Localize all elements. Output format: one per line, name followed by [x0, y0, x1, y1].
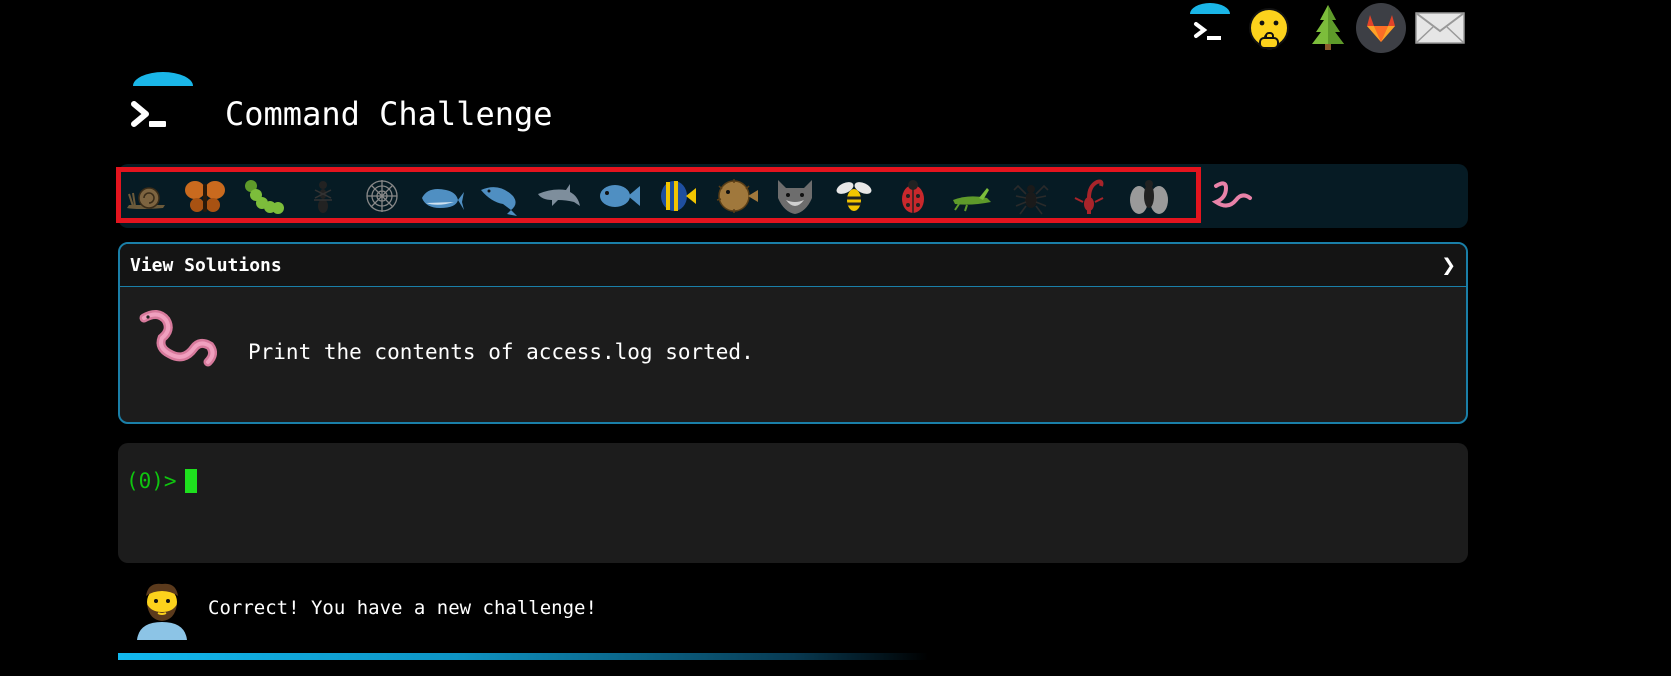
status-message: Correct! You have a new challenge! — [208, 597, 597, 619]
level-spouting-whale-icon[interactable] — [475, 174, 525, 218]
terminal-input-area[interactable]: (0)> — [118, 443, 1468, 563]
level-spider-web-icon[interactable] — [357, 174, 407, 218]
level-lady-beetle-icon[interactable] — [888, 174, 938, 218]
shushing-face-icon[interactable] — [1241, 0, 1297, 56]
level-snail-icon[interactable] — [121, 174, 171, 218]
challenge-panel: View Solutions ❯ Print the contents of a… — [118, 242, 1468, 424]
level-fly-icon[interactable] — [1124, 174, 1174, 218]
worm-icon — [136, 306, 220, 372]
level-cricket-icon[interactable] — [947, 174, 997, 218]
terminal-logo-icon[interactable] — [1182, 0, 1238, 56]
chevron-right-icon[interactable]: ❯ — [1442, 251, 1456, 279]
progress-bar — [118, 653, 1468, 660]
envelope-icon[interactable] — [1412, 0, 1468, 56]
level-blowfish-icon[interactable] — [711, 174, 761, 218]
level-scorpion-icon[interactable] — [1065, 174, 1115, 218]
level-bee-icon[interactable] — [829, 174, 879, 218]
terminal-prompt: (0)> — [126, 469, 177, 493]
site-logo-icon[interactable] — [128, 72, 198, 144]
bearded-man-icon — [133, 578, 191, 640]
gitlab-icon[interactable] — [1353, 0, 1409, 56]
view-solutions-label: View Solutions — [130, 254, 282, 276]
challenge-description: Print the contents of access.log sorted. — [248, 340, 754, 364]
level-spider-icon[interactable] — [1006, 174, 1056, 218]
level-tropical-fish-icon[interactable] — [652, 174, 702, 218]
level-whale-icon[interactable] — [416, 174, 466, 218]
terminal-cursor — [185, 469, 197, 493]
level-worm-icon[interactable] — [1208, 174, 1258, 218]
page-title: Command Challenge — [225, 95, 553, 133]
level-wolf-icon[interactable] — [770, 174, 820, 218]
evergreen-tree-icon[interactable] — [1300, 0, 1356, 56]
level-butterfly-icon[interactable] — [180, 174, 230, 218]
level-dolphin-icon[interactable] — [534, 174, 584, 218]
view-solutions-toggle[interactable]: View Solutions ❯ — [120, 244, 1466, 287]
level-fish-icon[interactable] — [593, 174, 643, 218]
level-ant-icon[interactable] — [298, 174, 348, 218]
level-caterpillar-icon[interactable] — [239, 174, 289, 218]
